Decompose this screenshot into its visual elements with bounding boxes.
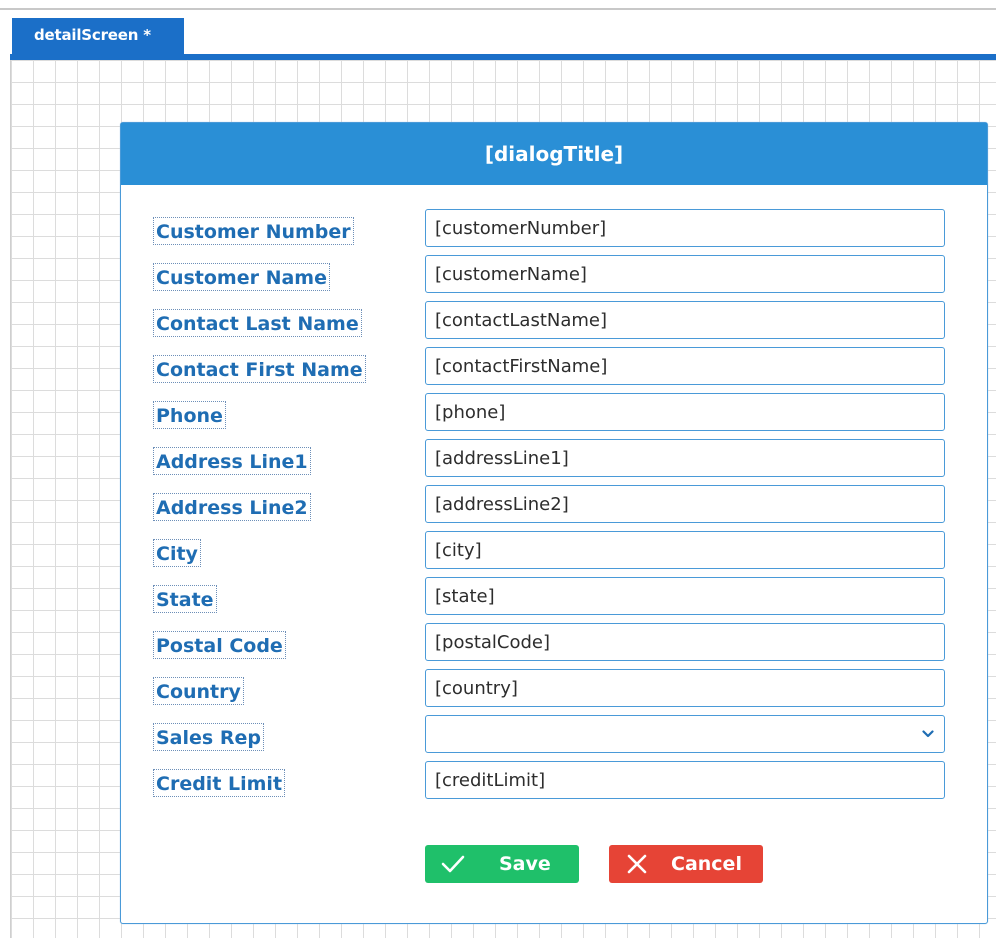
country-input[interactable] [425,669,945,707]
postal-code-input[interactable] [425,623,945,661]
customer-number-input[interactable] [425,209,945,247]
check-icon [441,855,465,873]
label-postal-code: Postal Code [153,631,286,659]
label-contact-last-name: Contact Last Name [153,309,362,337]
city-input[interactable] [425,531,945,569]
label-customer-number: Customer Number [153,217,354,245]
phone-input[interactable] [425,393,945,431]
contact-last-name-input[interactable] [425,301,945,339]
label-phone: Phone [153,401,226,429]
customer-name-input[interactable] [425,255,945,293]
label-state: State [153,585,217,613]
label-customer-name: Customer Name [153,263,330,291]
x-icon [627,854,647,874]
state-input[interactable] [425,577,945,615]
address-line2-input[interactable] [425,485,945,523]
label-sales-rep: Sales Rep [153,723,264,751]
save-button-label: Save [499,853,551,875]
tab-detail-screen[interactable]: detailScreen * [12,18,184,54]
chevron-down-icon [922,730,934,738]
customer-dialog: [dialogTitle] Customer Number Customer N… [120,122,988,924]
label-address-line2: Address Line2 [153,493,311,521]
cancel-button[interactable]: Cancel [609,845,763,883]
credit-limit-input[interactable] [425,761,945,799]
label-address-line1: Address Line1 [153,447,311,475]
save-button[interactable]: Save [425,845,579,883]
dialog-title: [dialogTitle] [121,123,987,185]
label-city: City [153,539,201,567]
sales-rep-select[interactable] [425,715,945,753]
contact-first-name-input[interactable] [425,347,945,385]
label-credit-limit: Credit Limit [153,769,286,797]
label-country: Country [153,677,244,705]
cancel-button-label: Cancel [671,853,742,875]
label-contact-first-name: Contact First Name [153,355,366,383]
address-line1-input[interactable] [425,439,945,477]
